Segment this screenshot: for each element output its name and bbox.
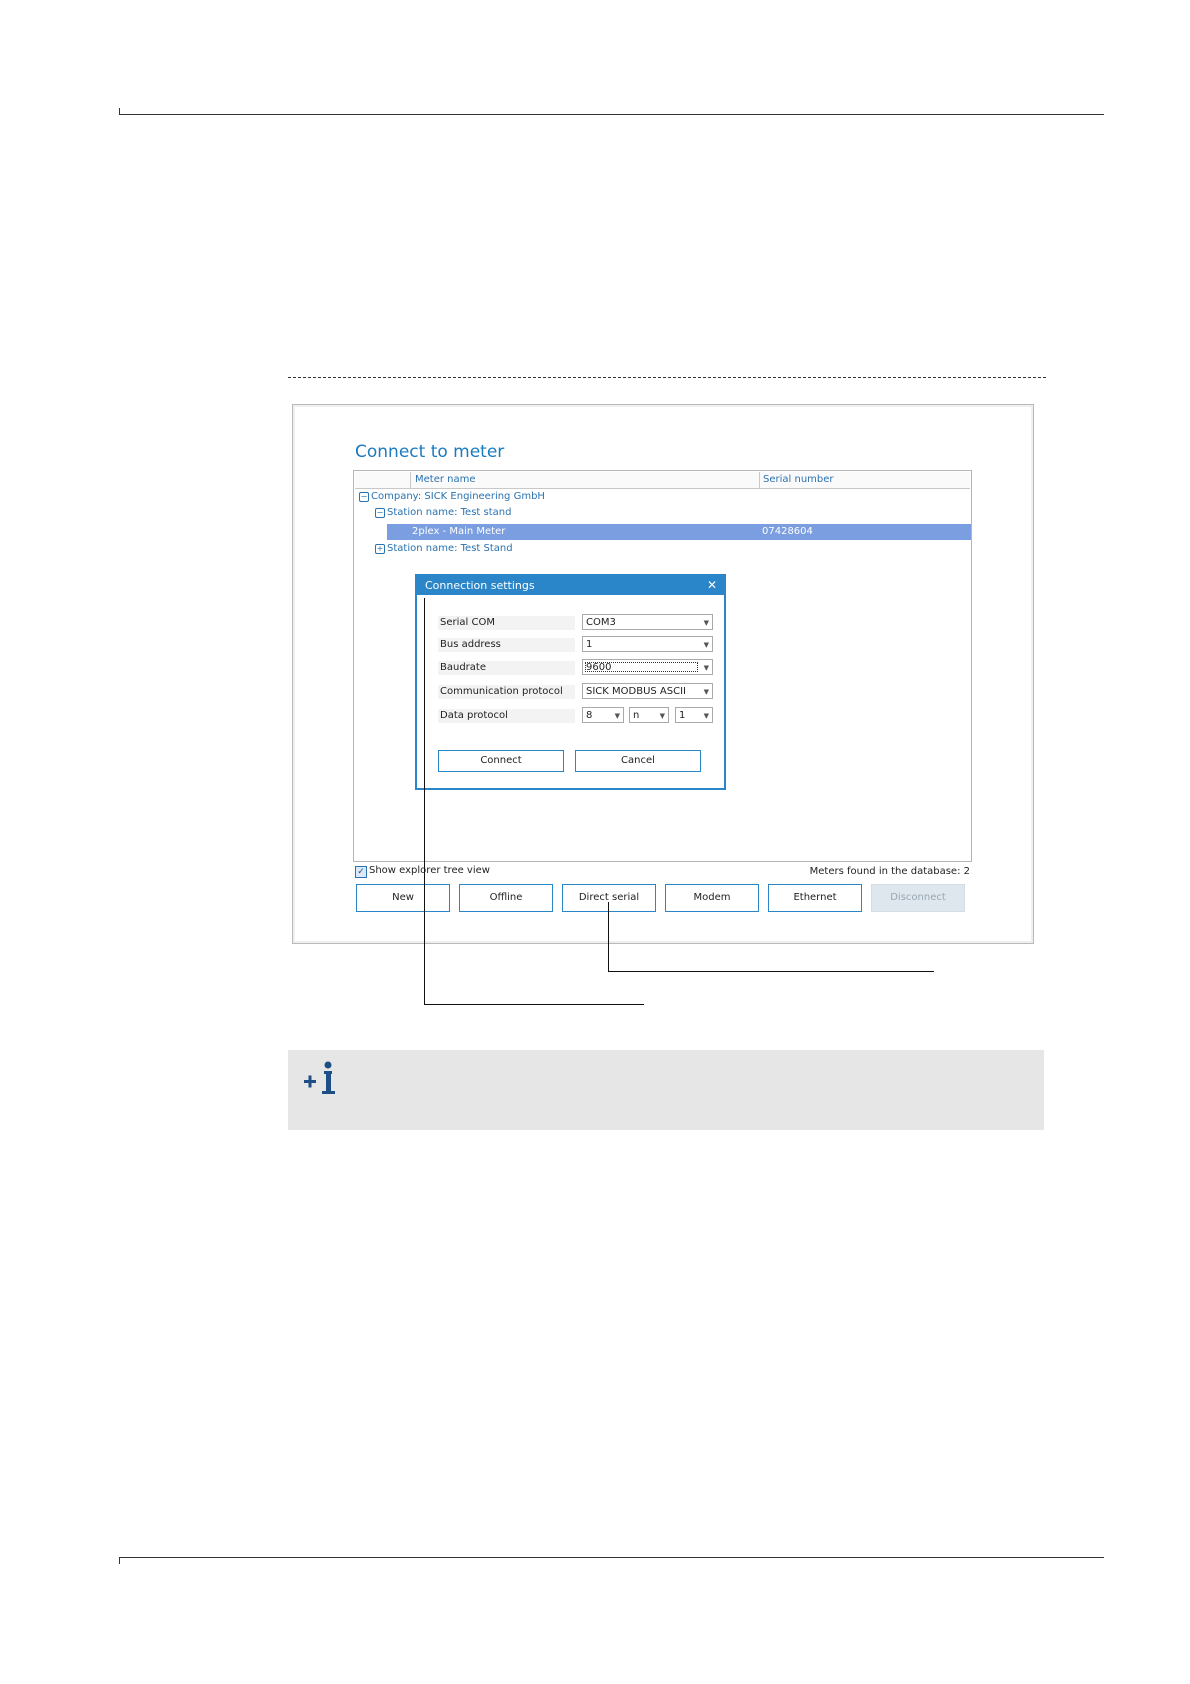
column-separator <box>759 472 760 488</box>
connection-settings-dialog: Connection settings ✕ Serial COM COM3 ▼ … <box>415 574 726 790</box>
column-header-serial-number[interactable]: Serial number <box>763 474 834 485</box>
communication-protocol-select[interactable]: SICK MODBUS ASCII ▼ <box>582 683 713 699</box>
close-icon[interactable]: ✕ <box>707 578 717 592</box>
data-bits-value: 8 <box>586 710 593 721</box>
meter-name-cell: 2plex - Main Meter <box>412 526 506 537</box>
serial-com-value: COM3 <box>586 617 616 628</box>
callout-line-dialog-horizontal <box>424 1004 644 1005</box>
parity-value: n <box>633 710 640 721</box>
ethernet-button[interactable]: Ethernet <box>768 884 862 912</box>
bus-address-select[interactable]: 1 ▼ <box>582 636 713 652</box>
info-note <box>288 1050 1044 1130</box>
baudrate-label: Baudrate <box>438 661 575 675</box>
collapse-icon[interactable]: − <box>359 492 369 502</box>
modem-button[interactable]: Modem <box>665 884 759 912</box>
column-separator <box>410 472 411 488</box>
disconnect-button: Disconnect <box>871 884 965 912</box>
chevron-down-icon: ▼ <box>614 712 620 720</box>
chevron-down-icon: ▼ <box>703 688 709 696</box>
callout-line-direct-serial-vertical <box>608 902 609 972</box>
bus-address-value: 1 <box>586 639 593 650</box>
communication-protocol-value: SICK MODBUS ASCII <box>586 686 686 697</box>
data-protocol-label: Data protocol <box>438 709 575 723</box>
chevron-down-icon: ▼ <box>659 712 665 720</box>
callout-line-direct-serial-horizontal <box>608 971 934 972</box>
communication-protocol-label: Communication protocol <box>438 685 575 699</box>
dialog-title: Connection settings <box>425 579 535 592</box>
tree-item-company[interactable]: Company: SICK Engineering GmbH <box>371 491 545 502</box>
expand-icon[interactable]: + <box>375 544 385 554</box>
callout-line-dialog-vertical <box>424 598 425 1005</box>
footer-rule <box>119 1557 1104 1558</box>
serial-com-select[interactable]: COM3 ▼ <box>582 614 713 630</box>
info-plus-icon <box>304 1061 335 1094</box>
serial-com-label: Serial COM <box>438 616 575 630</box>
data-bits-select[interactable]: 8 ▼ <box>582 707 624 723</box>
baudrate-select[interactable]: 9600 ▼ <box>582 659 713 675</box>
tree-item-station-test-stand-2[interactable]: Station name: Test Stand <box>387 543 513 554</box>
show-tree-checkbox[interactable]: ✓ <box>355 866 367 878</box>
cancel-button[interactable]: Cancel <box>575 750 701 772</box>
grid-header: Meter name Serial number <box>355 472 970 489</box>
dialog-title-bar[interactable]: Connection settings ✕ <box>417 576 724 595</box>
new-button[interactable]: New <box>356 884 450 912</box>
footer-rule-tick <box>119 1557 120 1564</box>
collapse-icon[interactable]: − <box>375 508 385 518</box>
chevron-down-icon: ▼ <box>703 619 709 627</box>
chevron-down-icon: ▼ <box>703 712 709 720</box>
header-rule <box>119 114 1104 115</box>
serial-number-cell: 07428604 <box>762 526 813 537</box>
offline-button[interactable]: Offline <box>459 884 553 912</box>
connect-button[interactable]: Connect <box>438 750 564 772</box>
meters-found-count: Meters found in the database: 2 <box>809 866 970 877</box>
stop-bits-select[interactable]: 1 ▼ <box>675 707 713 723</box>
table-row-selected[interactable]: 2plex - Main Meter 07428604 <box>387 524 971 540</box>
bus-address-label: Bus address <box>438 638 575 652</box>
stop-bits-value: 1 <box>679 710 686 721</box>
chevron-down-icon: ▼ <box>703 664 709 672</box>
parity-select[interactable]: n ▼ <box>629 707 669 723</box>
direct-serial-button[interactable]: Direct serial <box>562 884 656 912</box>
column-header-meter-name[interactable]: Meter name <box>415 474 476 485</box>
show-tree-label[interactable]: Show explorer tree view <box>369 865 490 876</box>
focus-ring <box>585 662 698 672</box>
chevron-down-icon: ▼ <box>703 641 709 649</box>
page-title: Connect to meter <box>355 442 505 462</box>
tree-item-station-test-stand[interactable]: Station name: Test stand <box>387 507 511 518</box>
dashed-separator <box>288 377 1046 378</box>
